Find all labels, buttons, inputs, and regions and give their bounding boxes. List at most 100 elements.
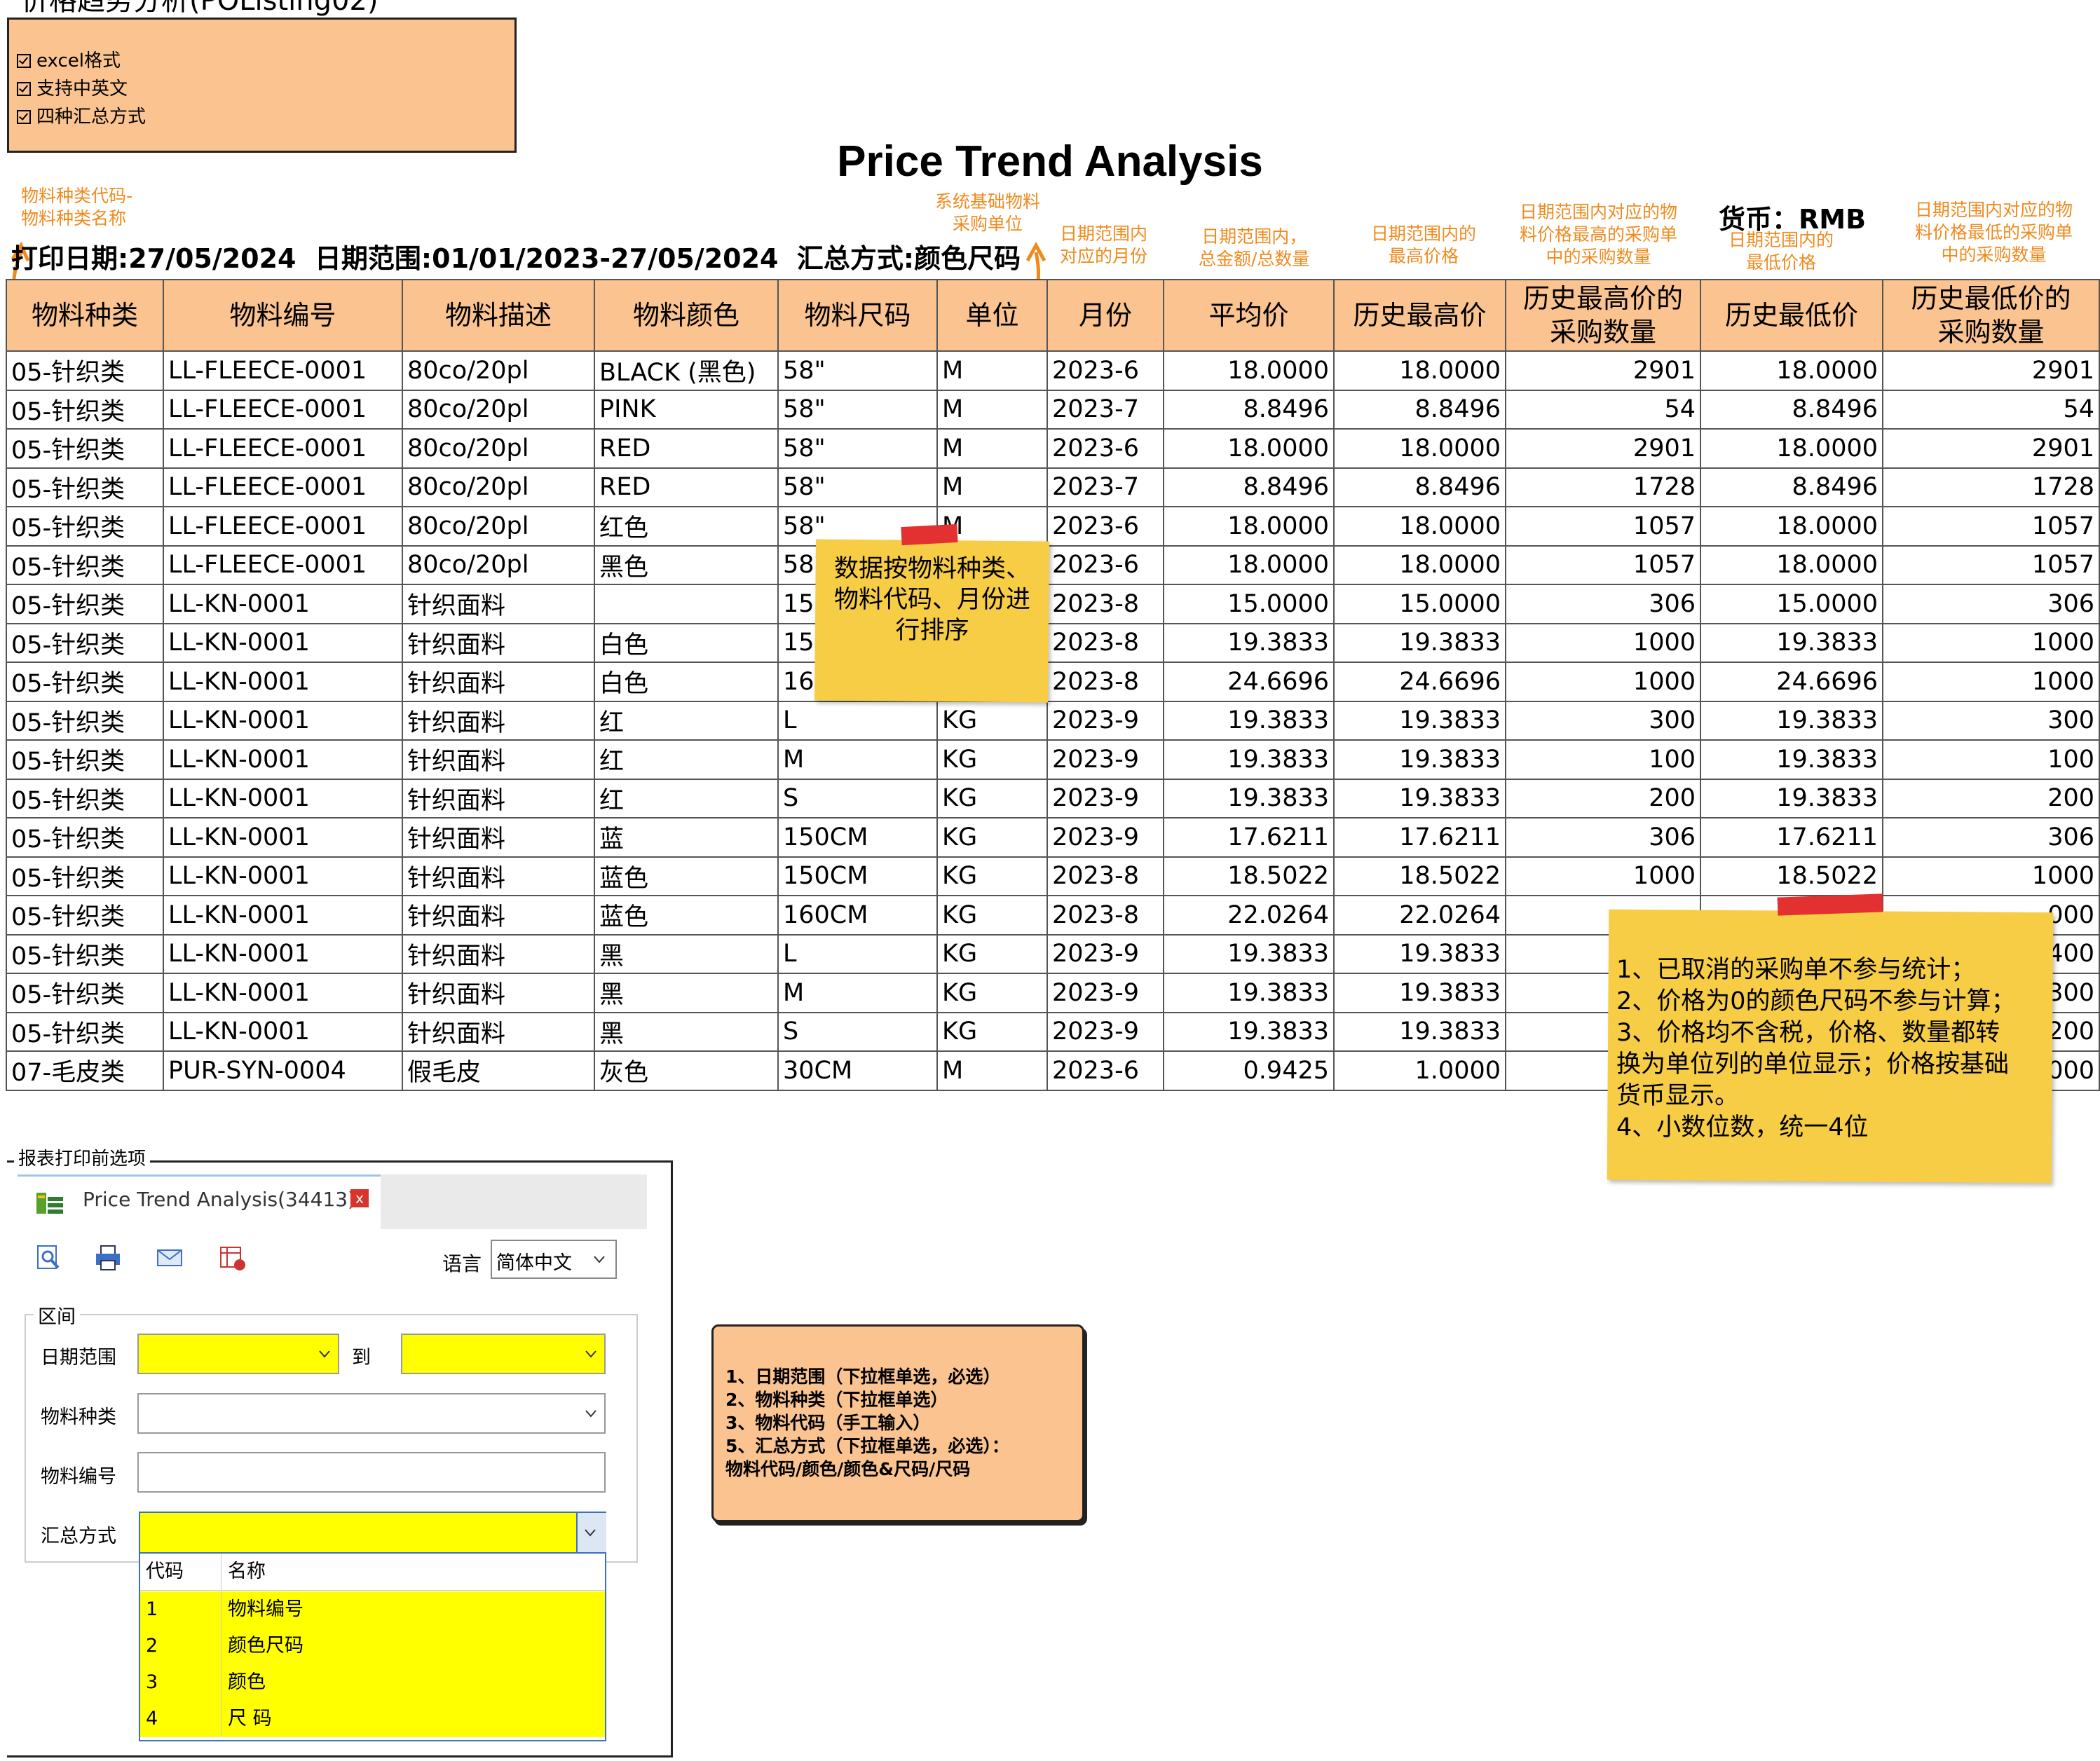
table-cell: 58"	[777, 389, 938, 430]
table-cell: 白色	[594, 662, 779, 702]
table-cell: 18.0000	[1163, 544, 1335, 585]
table-cell: L	[777, 700, 938, 741]
table-cell: 05-针织类	[6, 778, 164, 818]
table-cell: 2023-9	[1046, 817, 1164, 858]
table-cell: 2023-9	[1046, 973, 1164, 1013]
dropdown-option[interactable]: 4 尺 码	[140, 1701, 605, 1737]
report-icon	[36, 1193, 63, 1214]
table-cell: BLACK (黑色)	[594, 350, 779, 391]
table-cell: 19.3833	[1333, 1011, 1506, 1052]
close-icon[interactable]: x	[350, 1189, 369, 1207]
email-icon[interactable]	[156, 1244, 184, 1272]
table-cell: 针织面料	[402, 739, 595, 780]
date-from-select[interactable]	[137, 1334, 339, 1374]
table-cell: 1000	[1505, 662, 1701, 702]
table-cell: 15.0000	[1700, 584, 1883, 624]
column-header: 历史最高价	[1333, 279, 1506, 352]
table-cell: 1000	[1505, 856, 1701, 896]
table-cell: 15.0000	[1163, 584, 1335, 624]
date-to-select[interactable]	[401, 1334, 606, 1374]
table-cell: KG	[936, 933, 1048, 974]
item-no-input[interactable]	[137, 1452, 606, 1493]
table-row: 05-针织类 LL-KN-0001 针织面料 蓝色 150CM KG 2023-8 18.50…	[6, 856, 2100, 896]
table-cell: LL-KN-0001	[163, 700, 403, 741]
table-cell: LL-FLEECE-0001	[163, 350, 403, 391]
table-cell: 05-针织类	[6, 662, 164, 702]
table-cell: 18.0000	[1333, 428, 1506, 469]
table-cell: 18.0000	[1163, 350, 1335, 391]
table-cell: 17.6211	[1333, 817, 1506, 858]
table-cell: 80co/20pl	[402, 506, 595, 547]
table-cell: 白色	[594, 622, 779, 663]
section-title: 区间	[34, 1301, 80, 1329]
table-cell: M	[936, 350, 1048, 391]
table-cell: LL-KN-0001	[163, 856, 403, 896]
table-row: 05-针织类 LL-FLEECE-0001 80co/20pl 黑色 58 2023-6 1…	[6, 544, 2100, 585]
table-cell: 54	[1882, 389, 2100, 430]
column-header: 平均价	[1163, 279, 1335, 352]
table-row: 05-针织类 LL-KN-0001 针织面料红 M KG 2023-9 19.3833 19.…	[6, 739, 2100, 780]
summary-label: 汇总方式	[41, 1526, 116, 1547]
table-cell: 17.6211	[1700, 817, 1883, 858]
summary-select[interactable]	[139, 1512, 606, 1554]
dropdown-option[interactable]: 3 颜色	[140, 1664, 605, 1701]
table-cell: LL-KN-0001	[163, 739, 403, 780]
table-cell: 2023-8	[1046, 895, 1164, 936]
table-cell: 19.3833	[1163, 622, 1335, 663]
table-cell: 2023-9	[1046, 778, 1164, 818]
table-cell: 2023-7	[1046, 389, 1164, 430]
sticky-note-rules-text: 1、已取消的采购单不参与统计； 2、价格为0的颜色尺码不参与计算； 3、价格均不…	[1616, 956, 2016, 1142]
table-row: 05-针织类 LL-KN-0001 针织面料 15 2023-8 15.0000 15.00…	[6, 584, 2100, 624]
table-cell: 蓝色	[594, 895, 779, 936]
category-select[interactable]	[137, 1393, 606, 1434]
table-cell: 2023-9	[1046, 933, 1164, 974]
table-cell: M	[936, 428, 1048, 469]
table-cell: 8.8496	[1333, 389, 1506, 430]
table-cell: 05-针织类	[6, 1011, 164, 1052]
date-range-label: 日期范围	[41, 1347, 116, 1369]
table-cell: 红	[594, 778, 779, 818]
tape-strip	[901, 523, 958, 546]
table-cell: 针织面料	[402, 817, 595, 858]
dropdown-header: 代码 名称	[140, 1554, 605, 1591]
table-row: 05-针织类 LL-FLEECE-0001 80co/20pl PINK 58" M 202…	[6, 389, 2100, 430]
table-cell: 假毛皮	[402, 1050, 595, 1091]
column-header: 月份	[1046, 279, 1164, 352]
table-cell: 2023-9	[1046, 700, 1164, 741]
table-cell: 1000	[1882, 856, 2100, 896]
table-cell: M	[777, 973, 938, 1013]
table-cell: 19.3833	[1163, 973, 1335, 1013]
table-cell: 58"	[777, 467, 938, 507]
table-cell: 30CM	[777, 1050, 938, 1091]
table-cell: 19.3833	[1700, 700, 1883, 741]
table-cell: 24.6696	[1333, 662, 1506, 702]
table-row: 05-针织类 LL-FLEECE-0001 80co/20pl RED 58" M 2023…	[6, 428, 2100, 469]
table-cell: 58"	[777, 428, 938, 469]
chevron-down-icon	[594, 1256, 605, 1263]
table-cell: 05-针织类	[6, 544, 164, 585]
table-cell: 07-毛皮类	[6, 1050, 164, 1091]
dropdown-option[interactable]: 1 物料编号	[140, 1591, 605, 1628]
table-cell: 19.3833	[1333, 622, 1506, 663]
table-cell: 200	[1882, 778, 2100, 818]
table-cell: 18.5022	[1163, 856, 1335, 896]
table-cell: 80co/20pl	[402, 544, 595, 585]
print-icon[interactable]	[94, 1244, 122, 1272]
table-cell: LL-FLEECE-0001	[163, 428, 403, 469]
table-cell: RED	[594, 428, 779, 469]
table-cell: 300	[1882, 700, 2100, 741]
column-header: 物料描述	[402, 279, 595, 352]
export-icon[interactable]	[219, 1244, 247, 1272]
column-header: 物料尺码	[777, 279, 938, 352]
table-cell: 2023-8	[1046, 662, 1164, 702]
table-cell: 红	[594, 700, 779, 741]
table-cell: 18.0000	[1333, 506, 1506, 547]
table-cell: 19.3833	[1163, 1011, 1335, 1052]
preview-icon[interactable]	[35, 1244, 63, 1272]
table-cell: LL-KN-0001	[163, 662, 403, 702]
table-cell: 18.0000	[1700, 350, 1883, 391]
table-cell: 2023-6	[1046, 506, 1164, 547]
table-cell: 蓝	[594, 817, 779, 858]
table-cell: 1057	[1505, 506, 1701, 547]
dropdown-option[interactable]: 2 颜色尺码	[140, 1628, 605, 1664]
